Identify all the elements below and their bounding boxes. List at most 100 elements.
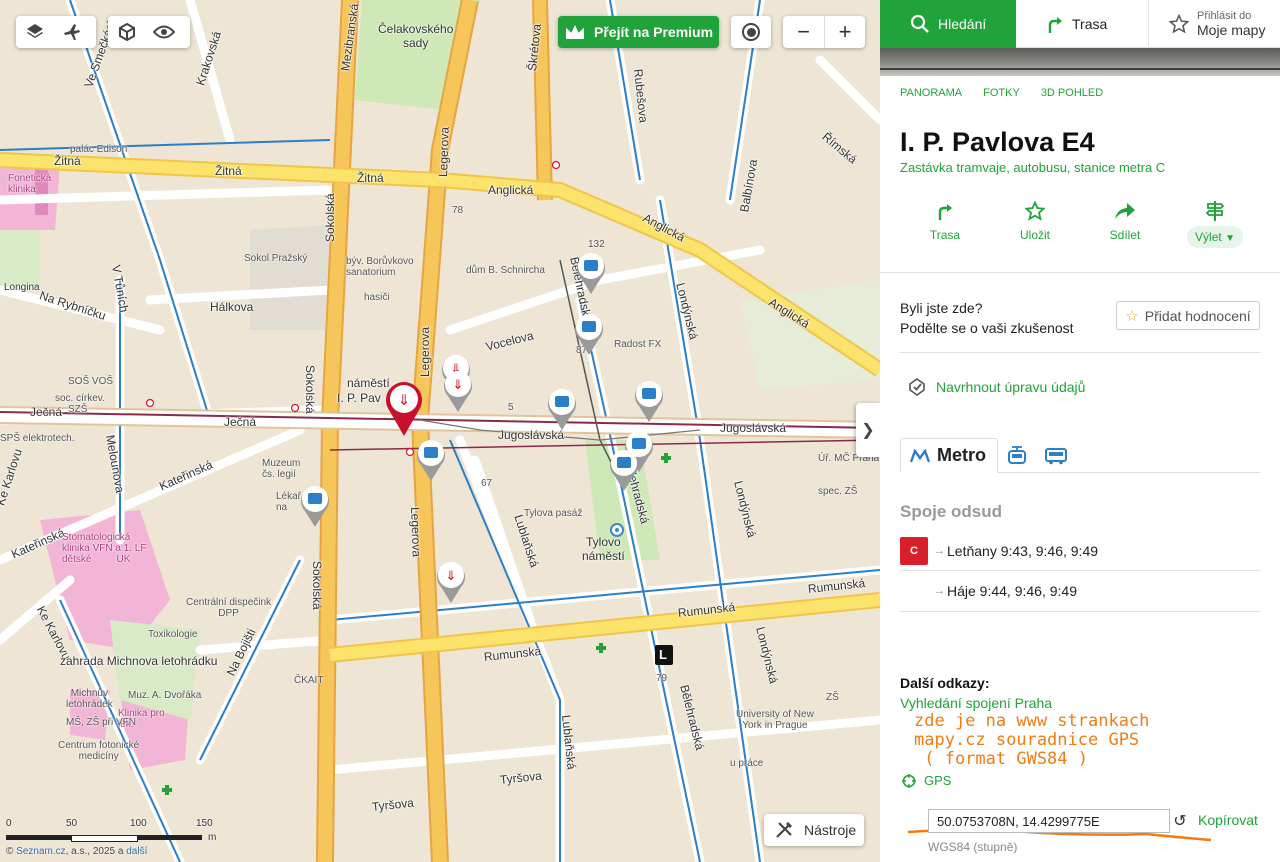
poi-label: I. P. Pav xyxy=(337,391,381,405)
zoom-out-button[interactable]: − xyxy=(783,16,824,48)
bus-stop-pin[interactable] xyxy=(633,378,665,422)
place-title: I. P. Pavlova E4 xyxy=(900,127,1095,157)
metro-stop-pin[interactable]: ⇓ xyxy=(435,559,467,603)
panorama-link[interactable]: PANORAMA xyxy=(900,87,962,99)
departure-text: Háje 9:44, 9:46, 9:49 xyxy=(947,583,1077,599)
tram-stop-pin[interactable] xyxy=(573,311,605,355)
poi-label: Stomatologická klinika VFN a 1. LF dětsk… xyxy=(62,532,147,565)
tram-stop-pin[interactable] xyxy=(575,250,607,294)
poi-label: Michnův letohrádek xyxy=(66,688,113,710)
copyright-rest: , a.s., 2025 a xyxy=(65,846,127,857)
poi-label: Čelakovského sady xyxy=(378,22,454,50)
copyright-prefix: © xyxy=(6,846,17,857)
trip-label: Výlet xyxy=(1195,230,1222,244)
departure-row[interactable]: C → Letňany 9:43, 9:46, 9:49 xyxy=(900,531,1260,571)
poi-label: Sokol Pražský xyxy=(244,253,308,264)
tab-bus[interactable] xyxy=(1036,438,1076,473)
street-label: Legerova xyxy=(418,326,432,377)
gps-label: GPS xyxy=(924,773,952,788)
eye-icon[interactable] xyxy=(145,16,182,48)
tab-search[interactable]: Hledání xyxy=(880,0,1016,48)
add-review-button[interactable]: ☆ Přidat hodnocení xyxy=(1116,301,1260,330)
street-label: Sokolská xyxy=(310,561,324,610)
map-layers-group xyxy=(16,16,96,48)
metro-stop-pin[interactable]: ⇓ xyxy=(442,368,474,412)
poi-label: Lékař na xyxy=(276,491,302,513)
map-canvas[interactable]: Žitná Žitná Žitná Anglická Anglická Angl… xyxy=(0,0,880,862)
star-icon: ☆ xyxy=(1125,307,1139,325)
tab-route[interactable]: Trasa xyxy=(1016,0,1149,48)
scale-line xyxy=(6,835,202,842)
gps-coordinates-field[interactable] xyxy=(928,809,1170,833)
visited-share: Podělte se o vaši zkušenost xyxy=(900,320,1074,336)
trip-dropdown[interactable]: Výlet ▼ xyxy=(1187,226,1243,248)
poi-label: ČKAIT xyxy=(294,675,324,686)
tram-stop-pin[interactable] xyxy=(608,447,640,491)
street-label: Ječná xyxy=(30,405,63,419)
collapse-panel-button[interactable]: ❯ xyxy=(856,403,880,457)
poi-label: University of New York in Prague xyxy=(736,709,814,731)
gps-target-icon xyxy=(902,773,916,788)
seznam-link[interactable]: Seznam.cz xyxy=(16,846,65,857)
suggest-edit-link[interactable]: Navrhnout úpravu údajů xyxy=(908,378,1085,396)
gps-row: GPS xyxy=(902,773,951,788)
tram-icon xyxy=(1008,445,1026,464)
departure-row[interactable]: → Háje 9:44, 9:46, 9:49 xyxy=(900,571,1260,611)
photos-link[interactable]: FOTKY xyxy=(983,87,1020,99)
departure-text: Letňany 9:43, 9:46, 9:49 xyxy=(947,543,1099,559)
place-category[interactable]: Zastávka tramvaje, autobusu, stanice met… xyxy=(900,160,1165,175)
selected-place-pin[interactable]: ⇓ xyxy=(384,380,424,436)
connection-search-link[interactable]: Vyhledání spojení Praha xyxy=(900,695,1052,711)
poi-label: 132 xyxy=(588,239,605,250)
visited-question: Byli jste zde? xyxy=(900,300,983,316)
arrow-right-icon: → xyxy=(934,585,945,597)
handwritten-annotation: zde je na www strankach mapy.cz souradni… xyxy=(914,711,1150,769)
save-button[interactable]: Uložit xyxy=(990,200,1080,256)
poi-label: Toxikologie xyxy=(148,629,198,640)
metro-icon xyxy=(909,447,931,462)
suggest-edit-label: Navrhnout úpravu údajů xyxy=(936,379,1086,395)
premium-button[interactable]: Přejít na Premium xyxy=(558,16,719,48)
street-label: Žitná xyxy=(215,164,242,178)
tools-button[interactable]: Nástroje xyxy=(764,814,864,846)
poi-label: Muz. A. Dvořáka xyxy=(128,690,202,701)
route-icon xyxy=(1048,17,1062,33)
poi-label: Tylova pasáž xyxy=(524,508,583,519)
bus-stop-pin[interactable] xyxy=(415,437,447,481)
tab-metro[interactable]: Metro xyxy=(900,438,998,473)
bus-stop-pin[interactable] xyxy=(299,483,331,527)
locate-button[interactable] xyxy=(731,16,771,48)
copy-button[interactable]: Kopírovat xyxy=(1198,812,1258,828)
refresh-icon[interactable]: ↺ xyxy=(1170,810,1190,832)
poi-label: Radost FX xyxy=(614,339,662,350)
star-outline-icon xyxy=(1169,14,1189,34)
airplane-icon[interactable] xyxy=(53,16,90,48)
premium-label: Přejít na Premium xyxy=(594,24,714,40)
add-review-label: Přidat hodnocení xyxy=(1144,307,1251,324)
place-photo[interactable] xyxy=(880,48,1280,76)
poi-label: Centrum fotonické medicíny xyxy=(58,740,140,762)
tab-tram[interactable] xyxy=(998,438,1036,473)
metro-l-icon: L xyxy=(659,647,667,662)
departures-title: Spoje odsud xyxy=(900,502,1002,521)
cube-icon[interactable] xyxy=(108,16,145,48)
zoom-in-button[interactable]: + xyxy=(824,16,865,48)
3d-view-link[interactable]: 3D POHLED xyxy=(1041,87,1103,99)
share-button[interactable]: Sdílet xyxy=(1080,200,1170,256)
layers-icon[interactable] xyxy=(16,16,53,48)
more-credits-link[interactable]: další xyxy=(126,846,147,857)
tram-stop-pin[interactable] xyxy=(546,386,578,430)
panel-top-tabs: Hledání Trasa Přihlásit do Moje mapy xyxy=(880,0,1280,48)
poi-label: u práce xyxy=(730,758,764,769)
street-label: Sokolská xyxy=(323,193,337,242)
metro-line-badge: C xyxy=(900,537,928,565)
trip-button[interactable]: Výlet ▼ xyxy=(1170,200,1260,256)
scale-bar: 0 50 100 150 m xyxy=(6,818,228,846)
route-action-button[interactable]: Trasa xyxy=(900,200,990,256)
poi-label: Centrální dispečink DPP xyxy=(186,597,272,619)
tools-label: Nástroje xyxy=(804,822,857,838)
tab-my-maps[interactable]: Přihlásit do Moje mapy xyxy=(1149,0,1280,48)
zoom-controls: − + xyxy=(783,16,865,48)
street-label: Žitná xyxy=(54,154,81,168)
my-maps-text: Přihlásit do Moje mapy xyxy=(1197,10,1265,38)
